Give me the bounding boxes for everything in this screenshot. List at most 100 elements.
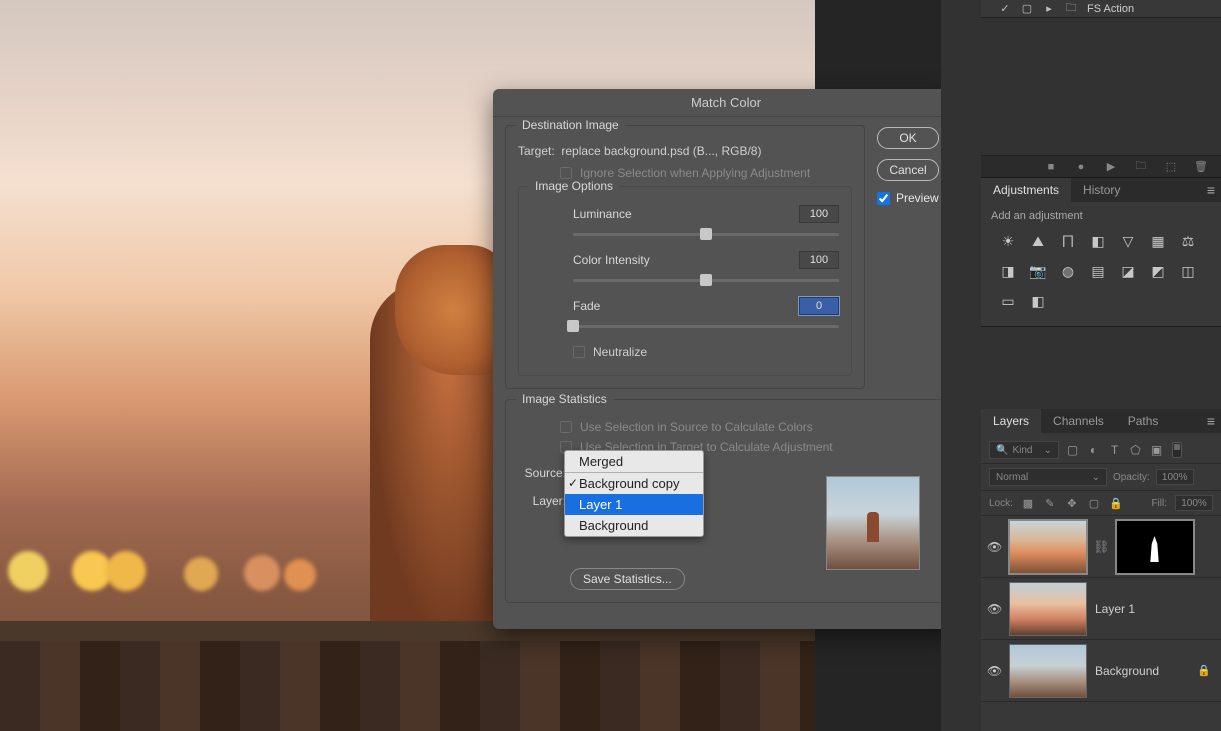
mask-link-icon[interactable]: ⛓	[1093, 539, 1110, 555]
layer-name[interactable]: Layer 1	[1095, 602, 1135, 616]
layer-row-bgcopy[interactable]: 👁 ⛓	[981, 516, 1221, 578]
vibrance-icon[interactable]: ▽	[1119, 232, 1137, 250]
lock-pixels-icon[interactable]: ✎	[1043, 496, 1057, 510]
image-statistics-legend: Image Statistics	[516, 392, 613, 406]
invert-icon[interactable]: ◪	[1119, 262, 1137, 280]
layer-row-background[interactable]: 👁 Background 🔒	[981, 640, 1221, 702]
lock-transparency-icon[interactable]: ▩	[1021, 496, 1035, 510]
photo-filter-icon[interactable]: 📷	[1029, 262, 1047, 280]
ignore-selection-label: Ignore Selection when Applying Adjustmen…	[580, 166, 810, 180]
ignore-selection-checkbox: Ignore Selection when Applying Adjustmen…	[560, 166, 852, 180]
layer-label: Layer:	[518, 494, 566, 508]
visibility-icon[interactable]: 👁	[987, 664, 1001, 678]
ok-button[interactable]: OK	[877, 127, 939, 149]
fade-input[interactable]	[799, 297, 839, 315]
visibility-icon[interactable]: 👁	[987, 602, 1001, 616]
play-button-icon[interactable]: ▶	[1105, 161, 1117, 173]
tab-layers[interactable]: Layers	[981, 409, 1041, 433]
hue-sat-icon[interactable]: ▦	[1149, 232, 1167, 250]
panel-menu-icon[interactable]: ≡	[1207, 413, 1215, 429]
folder-icon[interactable]: 🗀	[1065, 3, 1077, 15]
bokeh-light	[284, 559, 316, 591]
levels-icon[interactable]: ⛰	[1029, 232, 1047, 250]
exposure-icon[interactable]: ◧	[1089, 232, 1107, 250]
checkbox-icon	[573, 346, 585, 358]
new-set-icon[interactable]: 🗀	[1135, 161, 1147, 173]
layer-mask-thumbnail[interactable]	[1116, 520, 1194, 574]
blend-mode-dropdown[interactable]: Normal⌄	[989, 468, 1107, 486]
filter-toggle[interactable]	[1172, 442, 1182, 458]
tab-adjustments[interactable]: Adjustments	[981, 178, 1071, 202]
lock-icon[interactable]: 🔒	[1197, 664, 1211, 677]
panel-dock-strip[interactable]	[941, 0, 981, 731]
filter-shape-icon[interactable]: ⬠	[1128, 443, 1143, 458]
save-statistics-button[interactable]: Save Statistics...	[570, 568, 685, 590]
layer-row-layer1[interactable]: 👁 Layer 1	[981, 578, 1221, 640]
intensity-label: Color Intensity	[573, 253, 650, 267]
dropdown-item-bgcopy[interactable]: Background copy	[565, 473, 703, 494]
tab-history[interactable]: History	[1071, 178, 1132, 202]
layer-thumbnail[interactable]	[1009, 582, 1087, 636]
stop-button-icon[interactable]: ■	[1045, 161, 1057, 173]
record-button-icon[interactable]: ●	[1075, 161, 1087, 173]
luminance-label: Luminance	[573, 207, 632, 221]
tab-paths[interactable]: Paths	[1116, 409, 1171, 433]
stop-icon[interactable]: ▢	[1021, 3, 1033, 15]
fade-slider[interactable]	[573, 319, 839, 335]
dropdown-item-background[interactable]: Background	[565, 515, 703, 536]
preview-checkbox[interactable]: Preview	[877, 191, 947, 205]
bokeh-light	[106, 551, 146, 591]
preview-checkbox-input[interactable]	[877, 192, 890, 205]
neutralize-checkbox[interactable]: Neutralize	[573, 345, 839, 359]
panel-menu-icon[interactable]: ≡	[1207, 182, 1215, 198]
curves-icon[interactable]: ⨅	[1059, 232, 1077, 250]
threshold-icon[interactable]: ◫	[1179, 262, 1197, 280]
checkbox-icon	[560, 421, 572, 433]
layer-thumbnail[interactable]	[1009, 644, 1087, 698]
lock-artboard-icon[interactable]: ▢	[1087, 496, 1101, 510]
bw-icon[interactable]: ◨	[999, 262, 1017, 280]
dropdown-item-merged[interactable]: Merged	[565, 451, 703, 473]
posterize-icon[interactable]: ◩	[1149, 262, 1167, 280]
trash-icon[interactable]: 🗑	[1195, 161, 1207, 173]
stone-wall	[0, 621, 815, 731]
checkmark-icon[interactable]: ✓	[999, 3, 1011, 15]
dropdown-item-layer1[interactable]: Layer 1	[565, 494, 703, 515]
checkbox-icon	[560, 167, 572, 179]
target-value: replace background.psd (B..., RGB/8)	[561, 144, 761, 158]
luminance-input[interactable]	[799, 205, 839, 223]
intensity-slider[interactable]	[573, 273, 839, 289]
gradient-map-icon[interactable]: ▭	[999, 292, 1017, 310]
brightness-icon[interactable]: ☀	[999, 232, 1017, 250]
filter-type-icon[interactable]: T	[1107, 443, 1122, 458]
opacity-input[interactable]	[1156, 469, 1194, 485]
chevron-right-icon[interactable]: ▸	[1043, 3, 1055, 15]
intensity-input[interactable]	[799, 251, 839, 269]
lookup-icon[interactable]: ▤	[1089, 262, 1107, 280]
layer-name[interactable]: Background	[1095, 664, 1159, 678]
action-set-name[interactable]: FS Action	[1087, 3, 1134, 15]
tab-channels[interactable]: Channels	[1041, 409, 1116, 433]
selective-color-icon[interactable]: ◧	[1029, 292, 1047, 310]
visibility-icon[interactable]: 👁	[987, 540, 1001, 554]
adjustments-history-tabs: Adjustments History ≡	[981, 178, 1221, 202]
filter-adjust-icon[interactable]: ◐	[1086, 443, 1101, 458]
layer-thumbnail[interactable]	[1009, 520, 1087, 574]
channel-mixer-icon[interactable]: ◍	[1059, 262, 1077, 280]
layers-mode-bar: Normal⌄ Opacity:	[981, 464, 1221, 491]
cancel-button[interactable]: Cancel	[877, 159, 939, 181]
opacity-label: Opacity:	[1113, 472, 1150, 483]
color-balance-icon[interactable]: ⚖	[1179, 232, 1197, 250]
fill-input[interactable]	[1175, 495, 1213, 511]
new-action-icon[interactable]: ⬚	[1165, 161, 1177, 173]
lock-label: Lock:	[989, 498, 1013, 509]
lock-all-icon[interactable]: 🔒	[1109, 496, 1123, 510]
filter-pixel-icon[interactable]: ▢	[1065, 443, 1080, 458]
layer-kind-filter[interactable]: 🔍Kind⌄	[989, 441, 1059, 459]
bokeh-light	[184, 557, 218, 591]
lock-position-icon[interactable]: ✥	[1065, 496, 1079, 510]
filter-smart-icon[interactable]: ▣	[1149, 443, 1164, 458]
layer-dropdown-menu[interactable]: Merged Background copy Layer 1 Backgroun…	[564, 450, 704, 537]
luminance-slider[interactable]	[573, 227, 839, 243]
actions-panel-area[interactable]	[981, 18, 1221, 156]
